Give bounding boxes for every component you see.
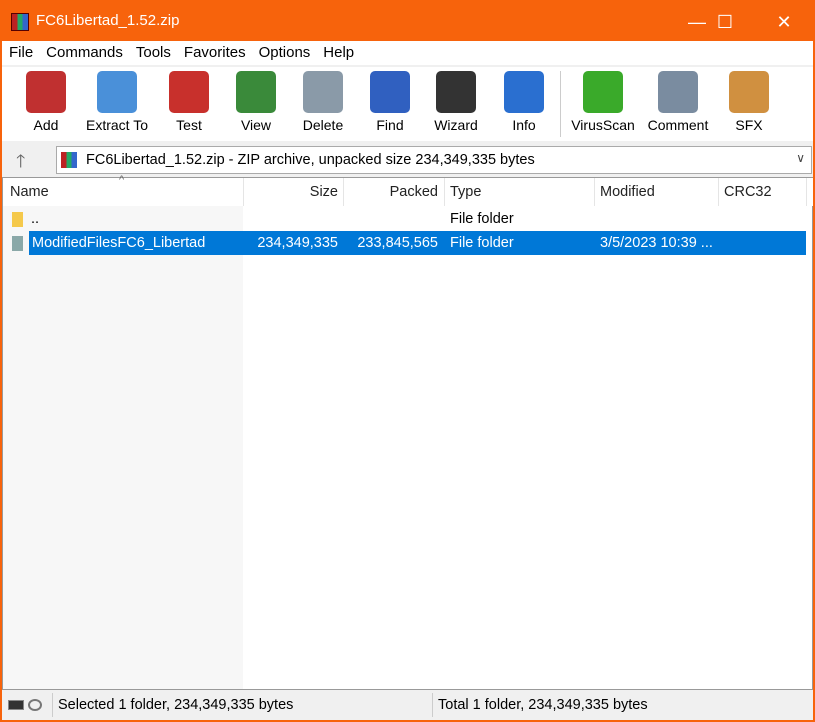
title-bar: FC6Libertad_1.52.zip — ☐ ✕	[0, 0, 815, 41]
toolbar-label: Delete	[302, 117, 344, 133]
info-icon	[504, 71, 544, 113]
address-bar: 🡑 FC6Libertad_1.52.zip - ZIP archive, un…	[2, 145, 813, 175]
toolbar-sfx-button[interactable]: SFX	[714, 71, 784, 133]
menu-commands[interactable]: Commands	[39, 41, 129, 65]
menu-bar: File Commands Tools Favorites Options He…	[2, 41, 813, 65]
menu-favorites[interactable]: Favorites	[177, 41, 252, 65]
column-size[interactable]: Size	[243, 184, 338, 200]
column-packed[interactable]: Packed	[343, 184, 438, 200]
file-list[interactable]: ^ Name Size Packed Type Modified CRC32 .…	[2, 174, 813, 690]
column-type[interactable]: Type	[450, 184, 481, 200]
menu-options[interactable]: Options	[252, 41, 317, 65]
folder-icon	[12, 212, 23, 227]
toolbar-label: Add	[33, 117, 59, 133]
comment-icon	[658, 71, 698, 113]
menu-help[interactable]: Help	[316, 41, 360, 65]
toolbar-label: Wizard	[434, 117, 478, 133]
main-window: File Commands Tools Favorites Options He…	[2, 41, 813, 720]
zip-archive-icon	[61, 152, 77, 168]
column-crc32[interactable]: CRC32	[724, 184, 772, 200]
menu-tools[interactable]: Tools	[129, 41, 177, 65]
extract-folder-icon	[97, 71, 137, 113]
table-row-selected[interactable]: ModifiedFilesFC6_Libertad 234,349,335 23…	[3, 231, 813, 255]
column-modified[interactable]: Modified	[600, 184, 655, 200]
toolbar-label: Test	[176, 117, 202, 133]
toolbar-label: Info	[512, 117, 536, 133]
address-combo[interactable]: FC6Libertad_1.52.zip - ZIP archive, unpa…	[56, 146, 812, 174]
toolbar-extract-to-button[interactable]: Extract To	[82, 71, 152, 133]
key-icon	[28, 699, 42, 711]
window-title: FC6Libertad_1.52.zip	[36, 12, 180, 29]
toolbar-label: Find	[376, 117, 404, 133]
toolbar-label: Extract To	[86, 117, 148, 133]
menu-file[interactable]: File	[2, 41, 39, 65]
sfx-box-icon	[729, 71, 769, 113]
sort-ascending-icon: ^	[119, 174, 125, 186]
trash-icon	[303, 71, 343, 113]
virus-bug-icon	[583, 71, 623, 113]
test-clipboard-icon	[169, 71, 209, 113]
toolbar-info-button[interactable]: Info	[489, 71, 559, 133]
toolbar-separator	[560, 71, 561, 137]
status-selected: Selected 1 folder, 234,349,335 bytes	[58, 697, 294, 713]
list-header: ^ Name Size Packed Type Modified CRC32	[3, 174, 813, 206]
toolbar-add-button[interactable]: Add	[11, 71, 81, 133]
toolbar-test-button[interactable]: Test	[154, 71, 224, 133]
toolbar-virusscan-button[interactable]: VirusScan	[568, 71, 638, 133]
folder-icon	[12, 236, 23, 251]
chevron-down-icon[interactable]: ∨	[796, 151, 805, 165]
toolbar: Add Extract To Test View Delete Find Wizard Inf…	[2, 67, 813, 141]
toolbar-label: View	[240, 117, 272, 133]
toolbar-label: SFX	[735, 117, 763, 133]
drive-icon	[8, 700, 24, 710]
magnifier-icon	[370, 71, 410, 113]
toolbar-comment-button[interactable]: Comment	[643, 71, 713, 133]
address-text: FC6Libertad_1.52.zip - ZIP archive, unpa…	[86, 152, 535, 168]
toolbar-wizard-button[interactable]: Wizard	[421, 71, 491, 133]
status-bar: Selected 1 folder, 234,349,335 bytes Tot…	[2, 690, 813, 720]
toolbar-find-button[interactable]: Find	[355, 71, 425, 133]
magic-wand-icon	[436, 71, 476, 113]
maximize-button[interactable]: ☐	[702, 6, 748, 38]
add-archive-icon	[26, 71, 66, 113]
status-total: Total 1 folder, 234,349,335 bytes	[438, 697, 648, 713]
book-view-icon	[236, 71, 276, 113]
toolbar-label: VirusScan	[571, 117, 635, 133]
column-name[interactable]: Name	[10, 184, 49, 200]
toolbar-delete-button[interactable]: Delete	[288, 71, 358, 133]
close-button[interactable]: ✕	[761, 6, 807, 38]
up-arrow-icon[interactable]: 🡑	[16, 149, 25, 179]
winrar-app-icon	[11, 13, 29, 31]
toolbar-view-button[interactable]: View	[221, 71, 291, 133]
table-row[interactable]: .. File folder	[3, 207, 813, 231]
toolbar-label: Comment	[647, 117, 709, 133]
